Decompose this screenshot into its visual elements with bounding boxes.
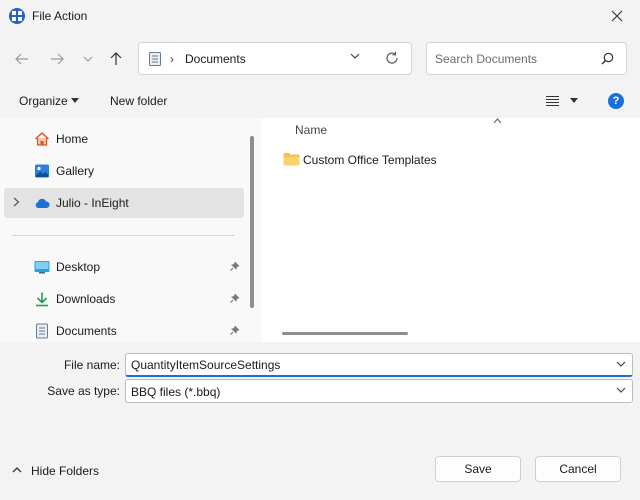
file-list: Name Custom Office Templates xyxy=(262,118,640,342)
help-button[interactable]: ? xyxy=(608,93,624,109)
sidebar-item-downloads[interactable]: Downloads xyxy=(4,284,244,314)
sidebar-item-onedrive[interactable]: Julio - InEight xyxy=(4,188,244,218)
savetype-label: Save as type: xyxy=(47,384,120,398)
file-name: Custom Office Templates xyxy=(303,153,437,167)
savetype-value: BBQ files (*.bbq) xyxy=(131,385,221,399)
sort-ascending-icon xyxy=(493,118,502,124)
chevron-down-icon[interactable] xyxy=(616,361,626,367)
caret-down-icon[interactable] xyxy=(71,98,79,103)
savetype-select[interactable]: BBQ files (*.bbq) xyxy=(125,379,633,403)
search-box[interactable] xyxy=(426,42,627,75)
save-form: File name: Save as type: BBQ files (*.bb… xyxy=(0,342,640,442)
dialog-footer: Hide Folders Save Cancel xyxy=(0,442,640,500)
sidebar-item-label: Home xyxy=(56,132,89,146)
refresh-icon[interactable] xyxy=(385,51,399,65)
caret-down-icon[interactable] xyxy=(570,98,578,103)
close-button[interactable] xyxy=(594,0,640,32)
new-folder-button[interactable]: New folder xyxy=(110,94,167,108)
browser-area: Home Gallery Julio - InEight Desktop Dow… xyxy=(0,118,640,342)
sidebar-item-gallery[interactable]: Gallery xyxy=(4,156,244,186)
download-icon xyxy=(36,292,48,307)
chevron-right-icon[interactable] xyxy=(13,197,20,207)
chevron-up-icon xyxy=(12,467,22,473)
pin-icon[interactable] xyxy=(230,261,240,271)
cancel-button[interactable]: Cancel xyxy=(535,456,621,482)
command-bar: Organize New folder ? xyxy=(0,84,640,118)
close-icon xyxy=(611,10,623,22)
filename-input[interactable] xyxy=(131,357,611,373)
back-button[interactable] xyxy=(11,48,33,70)
chevron-down-icon[interactable] xyxy=(616,387,626,393)
app-icon xyxy=(9,8,25,24)
sidebar-item-label: Documents xyxy=(56,324,117,338)
title-bar: File Action xyxy=(0,0,640,32)
sidebar-divider xyxy=(12,235,235,236)
breadcrumb-separator: › xyxy=(170,52,174,66)
recent-locations-button[interactable] xyxy=(77,48,99,70)
arrow-right-icon xyxy=(51,53,64,65)
cloud-icon xyxy=(35,198,50,208)
organize-button[interactable]: Organize xyxy=(19,94,68,108)
navigation-pane: Home Gallery Julio - InEight Desktop Dow… xyxy=(0,118,262,342)
horizontal-scrollbar[interactable] xyxy=(282,332,408,335)
filename-label: File name: xyxy=(63,358,120,372)
sidebar-scrollbar[interactable] xyxy=(250,136,254,308)
hide-folders-label: Hide Folders xyxy=(31,464,100,478)
column-header-name[interactable]: Name xyxy=(295,123,327,137)
pin-icon[interactable] xyxy=(230,325,240,335)
help-icon: ? xyxy=(612,95,620,107)
folder-icon xyxy=(283,153,300,166)
sidebar-item-label: Downloads xyxy=(56,292,116,306)
sidebar-item-label: Gallery xyxy=(56,164,95,178)
home-icon xyxy=(35,132,49,146)
breadcrumb-documents[interactable]: Documents xyxy=(185,52,246,66)
sidebar-item-desktop[interactable]: Desktop xyxy=(4,252,244,282)
documents-icon xyxy=(36,323,48,339)
sidebar-item-label: Desktop xyxy=(56,260,101,274)
arrow-left-icon xyxy=(15,53,28,65)
forward-button[interactable] xyxy=(46,48,68,70)
sidebar-item-label: Julio - InEight xyxy=(56,196,129,210)
search-icon[interactable] xyxy=(601,52,614,65)
sidebar-item-home[interactable]: Home xyxy=(4,124,244,154)
chevron-down-icon xyxy=(83,56,93,62)
up-button[interactable] xyxy=(105,48,127,70)
address-bar[interactable]: › Documents xyxy=(138,42,412,75)
navigation-bar: › Documents xyxy=(0,32,640,84)
arrow-up-icon xyxy=(110,52,122,65)
desktop-icon xyxy=(34,261,50,274)
chevron-down-icon[interactable] xyxy=(350,53,360,59)
view-list-icon[interactable] xyxy=(546,95,560,107)
list-item[interactable]: Custom Office Templates xyxy=(280,148,580,172)
filename-combobox[interactable] xyxy=(125,353,633,377)
save-button[interactable]: Save xyxy=(435,456,521,482)
window-title: File Action xyxy=(32,9,88,23)
search-input[interactable] xyxy=(435,49,595,69)
documents-icon xyxy=(149,52,161,66)
gallery-icon xyxy=(35,164,49,178)
pin-icon[interactable] xyxy=(230,293,240,303)
